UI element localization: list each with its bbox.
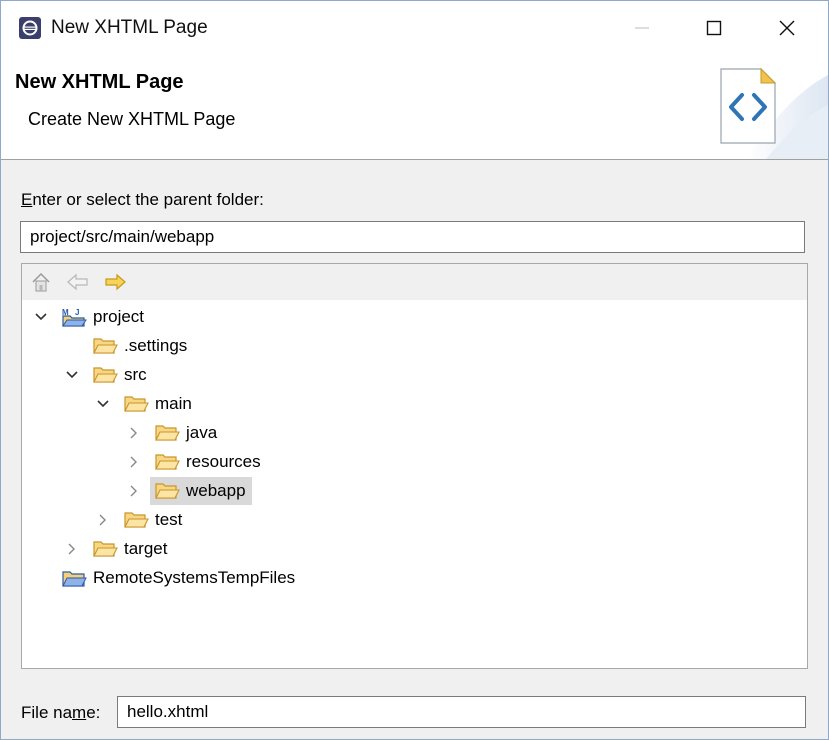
forward-button[interactable] [103,270,127,294]
file-name-label-end: e: [86,703,101,722]
tree-item-remotesystemstempfiles[interactable]: RemoteSystemsTempFiles [22,564,807,592]
file-name-label: File name: [21,701,100,725]
maven-project-icon: MJ [62,308,87,327]
eclipse-icon [19,17,41,39]
tree-item-label: RemoteSystemsTempFiles [93,568,296,587]
window-title: New XHTML Page [51,17,208,38]
folder-icon [93,338,118,354]
home-button[interactable] [29,270,53,294]
chevron-down-icon[interactable] [64,367,80,383]
page-title: New XHTML Page [15,71,184,93]
page-description: Create New XHTML Page [28,109,236,129]
tree-item-webapp[interactable]: webapp [22,477,807,505]
close-button[interactable] [752,1,822,55]
folder-icon [124,396,149,412]
home-icon [32,272,50,292]
folder-icon [155,454,180,470]
chevron-right-icon[interactable] [64,541,80,557]
tree-item-target[interactable]: target [22,535,807,563]
parent-folder-label: Enter or select the parent folder: [21,188,264,212]
back-button[interactable] [66,270,90,294]
title-bar: New XHTML Page [1,1,828,55]
minimize-icon [635,27,649,29]
parent-folder-label-text: nter or select the parent folder: [32,190,264,209]
mnemonic-m: m [72,703,87,722]
tree-item-label: target [124,539,168,558]
tree-item-label: test [155,510,183,529]
chevron-right-icon[interactable] [95,512,111,528]
tree-item-src[interactable]: src [22,361,807,389]
chevron-down-icon[interactable] [95,396,111,412]
tree-item-label: project [93,307,145,326]
tree-item-settings[interactable]: .settings [22,332,807,360]
parent-folder-input[interactable]: project/src/main/webapp [20,221,805,253]
tree-item-test[interactable]: test [22,506,807,534]
folder-icon [155,425,180,441]
back-arrow-icon [67,273,88,291]
tree-item-label: src [124,365,147,384]
chevron-right-icon[interactable] [126,425,142,441]
xhtml-file-icon [720,67,828,159]
maximize-icon [706,20,722,36]
close-icon [779,20,795,36]
forward-arrow-icon [105,273,126,291]
remote-project-icon [62,571,87,587]
tree-item-resources[interactable]: resources [22,448,807,476]
tree-item-label: resources [186,452,261,471]
minimize-button[interactable] [607,1,677,55]
tree-item-main[interactable]: main [22,390,807,418]
folder-icon [93,541,118,557]
dialog-window: New XHTML Page New XHTML Page Create New… [0,0,829,740]
tree-item-java[interactable]: java [22,419,807,447]
svg-text:J: J [75,308,79,317]
tree-item-label: java [186,423,218,442]
chevron-right-icon[interactable] [126,454,142,470]
tree-item-project[interactable]: M J project [22,303,807,331]
wizard-banner: New XHTML Page Create New XHTML Page [1,55,828,160]
folder-tree[interactable]: M J project .settings src main java resources we… [21,263,808,669]
folder-icon [124,512,149,528]
folder-icon [93,367,118,383]
file-name-label-start: File na [21,703,73,722]
chevron-down-icon[interactable] [33,309,49,325]
tree-item-label: main [155,394,192,413]
tree-item-label: webapp [186,481,246,500]
tree-toolbar [22,264,807,300]
file-name-input[interactable]: hello.xhtml [117,696,806,728]
chevron-right-icon[interactable] [126,483,142,499]
maximize-button[interactable] [679,1,749,55]
tree-item-label: .settings [124,336,188,355]
mnemonic-e: E [21,190,33,209]
folder-icon [155,483,180,499]
